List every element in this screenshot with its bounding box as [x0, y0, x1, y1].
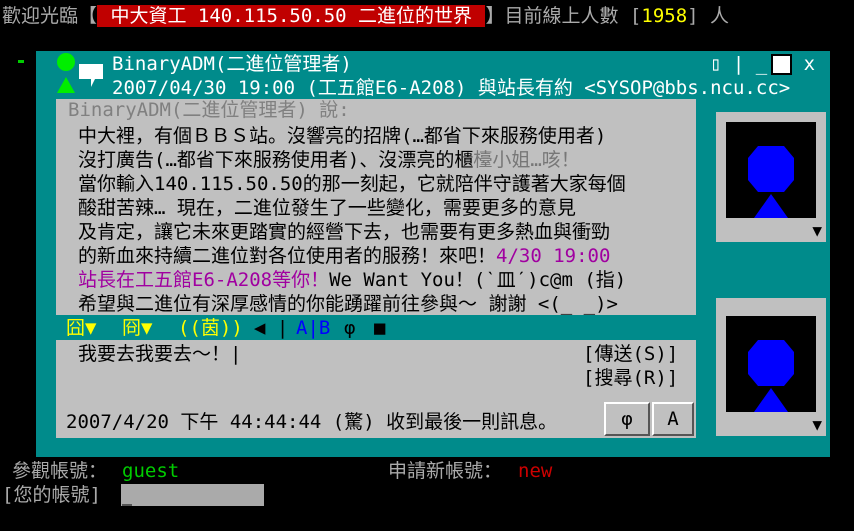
search-button[interactable]: [搜尋(R)] [583, 366, 678, 390]
phi-button[interactable]: φ [344, 316, 355, 340]
terminal-cursor [18, 60, 24, 63]
message-highlight: 站長在工五館E6-A208等你！ [78, 269, 330, 291]
site-name: 中大資工 140.115.50.50 二進位的世界 [97, 5, 486, 27]
octagon-avatar-icon [748, 146, 794, 218]
message-line-text: 的新血來持續二進位對各位使用者的服務！來吧！ [78, 245, 497, 267]
message-line: 酸甜苦辣… 現在，二進位發生了一些變化，需要更多的意見 [78, 197, 576, 219]
online-tail: ] 人 [687, 5, 730, 27]
message-line-tail: We Want You！(ˋ皿ˊ)c@m (指) [329, 269, 627, 291]
message-line: 沒打廣告(…都省下來服務使用者)、沒漂亮的櫃檯小姐…咳！ [78, 148, 626, 172]
message-line: 站長在工五館E6-A208等你！We Want You！(ˋ皿ˊ)c@m (指) [78, 268, 626, 292]
message-line: 的新血來持續二進位對各位使用者的服務！來吧！4/30 19:00 [78, 244, 626, 268]
font-ab-button[interactable]: A|B [296, 316, 330, 340]
sender-avatar-panel: ▼ [716, 112, 826, 242]
window-controls[interactable]: ▯ | _ x [710, 52, 815, 76]
message-line: 及肯定，讓它未來更踏實的經營下去，也需要有更多熱血與衝勁 [78, 221, 611, 243]
message-body: 中大裡，有個ＢＢＳ站。沒響亮的招牌(…都省下來服務使用者) 沒打廣告(…都省下來… [78, 124, 626, 316]
message-line: 希望與二進位有深厚感情的你能踴躍前往參與～ 謝謝 <(_ _)> [78, 293, 618, 315]
message-line: 當你輸入140.115.50.50的那一刻起，它就陪伴守護著大家每個 [78, 173, 626, 195]
message-line: 中大裡，有個ＢＢＳ站。沒響亮的招牌(…都省下來服務使用者) [78, 125, 607, 147]
new-account-value: new [518, 460, 553, 482]
maximize-icon[interactable] [771, 54, 793, 75]
back-button[interactable]: ◀ | [254, 316, 288, 340]
event-info: 2007/04/30 19:00 (工五館E6-A208) 與站長有約 <SYS… [112, 77, 791, 99]
new-account-label: 申請新帳號： [388, 460, 503, 482]
status-text: 2007/4/20 下午 44:44:44 (驚) 收到最後一則訊息。 [66, 411, 558, 433]
receiver-avatar [726, 316, 816, 412]
message-line-text: 沒打廣告(…都省下來服務使用者)、沒漂亮的櫃 [78, 149, 474, 171]
bbs-logo-icon [57, 53, 103, 93]
emoticon-button-3[interactable]: ((茵)) [178, 316, 243, 340]
message-line-faded: 檯小姐…咳！ [473, 149, 580, 171]
message-date: 4/30 19:00 [496, 245, 611, 267]
window-control-glyphs[interactable]: ▯ | _ [710, 53, 767, 75]
welcome-banner: 歡迎光臨【 中大資工 140.115.50.50 二進位的世界 】目前線上人數 … [2, 3, 729, 29]
avatar-dropdown-icon[interactable]: ▼ [812, 221, 822, 240]
a-status-button[interactable]: A [652, 402, 694, 436]
send-button[interactable]: [傳送(S)] [583, 342, 678, 366]
avatar-dropdown-icon[interactable]: ▼ [812, 415, 822, 434]
phi-status-button[interactable]: φ [604, 402, 650, 436]
input-caret [122, 504, 132, 506]
guest-account: guest [122, 460, 180, 482]
receiver-avatar-panel: ▼ [716, 298, 826, 436]
online-label: 】目前線上人數 [ [485, 5, 642, 27]
close-icon[interactable]: x [792, 53, 815, 75]
sender-avatar [726, 122, 816, 218]
emoticon-toolbar: 囧▼ 冏▼ ((茵)) ◀ | A|B φ ■ [56, 316, 696, 340]
guest-label: 參觀帳號： [12, 460, 108, 482]
emoticon-button-2[interactable]: 冏▼ [122, 316, 152, 340]
sender-name: BinaryADM(二進位管理者) [112, 53, 352, 75]
account-label: [您的帳號] [2, 484, 101, 506]
color-block-button[interactable]: ■ [374, 316, 385, 340]
welcome-text: 歡迎光臨【 [2, 5, 98, 27]
emoticon-button-1[interactable]: 囧▼ [66, 316, 96, 340]
reply-input[interactable]: 我要去我要去～！| [78, 342, 241, 366]
octagon-avatar-icon [748, 340, 794, 412]
account-input[interactable] [121, 484, 264, 506]
online-count: 1958 [641, 5, 688, 27]
message-header: BinaryADM(二進位管理者) 說: [68, 99, 350, 121]
